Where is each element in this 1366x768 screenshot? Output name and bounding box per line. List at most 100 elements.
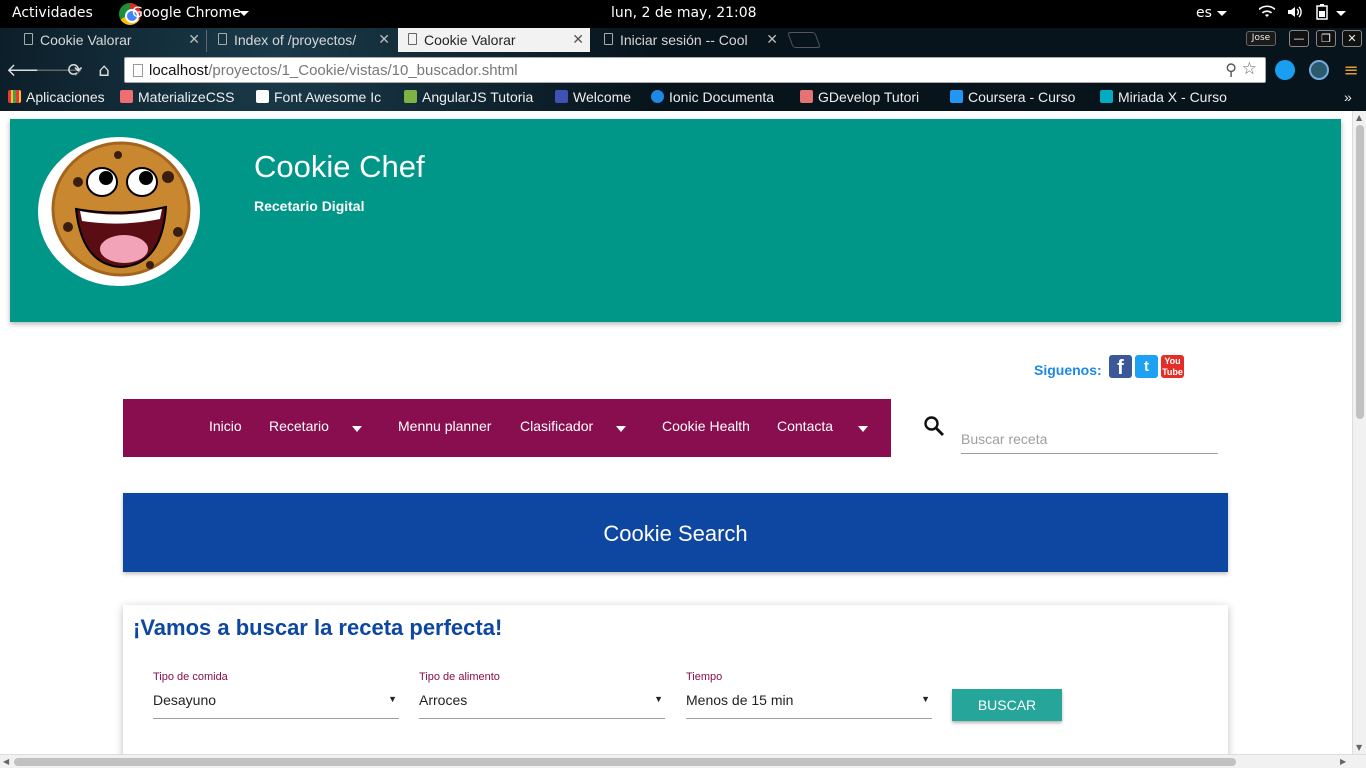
address-bar[interactable]: localhost/proyectos/1_Cookie/vistas/10_b… bbox=[124, 57, 1266, 83]
bookmark-apps[interactable]: Aplicaciones bbox=[8, 89, 116, 105]
page-icon bbox=[218, 33, 227, 45]
nav-item-menu-planner[interactable]: Mennu planner bbox=[398, 418, 491, 434]
miriadax-icon bbox=[1100, 90, 1113, 103]
search-card: ¡Vamos a buscar la receta perfecta! Tipo… bbox=[123, 605, 1228, 754]
chevron-down-icon bbox=[1336, 11, 1346, 16]
tab-cookie-valorar-1[interactable]: Cookie Valorar ✕ bbox=[14, 28, 206, 52]
profile-button[interactable]: Jose bbox=[1246, 31, 1276, 46]
bookmark-welcome[interactable]: Welcome bbox=[555, 89, 645, 105]
os-top-bar: Actividades Google Chrome lun, 2 de may,… bbox=[0, 0, 1366, 28]
angularjs-icon bbox=[404, 90, 417, 103]
chevron-down-icon[interactable] bbox=[352, 426, 362, 432]
nav-item-clasificador[interactable]: Clasificador bbox=[520, 418, 593, 434]
search-icon[interactable]: ⚲ bbox=[1225, 60, 1237, 80]
close-window-button[interactable]: ✕ bbox=[1342, 30, 1362, 47]
app-menu[interactable]: Google Chrome bbox=[132, 5, 241, 21]
more-bookmarks-button[interactable]: » bbox=[1344, 89, 1352, 105]
flag-icon bbox=[256, 90, 269, 103]
tab-title: Iniciar sesión -- Cool bbox=[620, 32, 748, 48]
tab-iniciar-sesion[interactable]: Iniciar sesión -- Cool ✕ bbox=[594, 28, 784, 52]
search-button[interactable]: BUSCAR bbox=[952, 689, 1062, 721]
brand-tagline: Recetario Digital bbox=[254, 198, 365, 214]
horizontal-scrollbar[interactable]: ◀ ▶ bbox=[0, 754, 1366, 768]
chevron-down-icon[interactable] bbox=[616, 426, 626, 432]
bookmark-font-awesome[interactable]: Font Awesome Ic bbox=[256, 89, 396, 105]
ionic-icon bbox=[651, 90, 664, 103]
web-page: Cookie Chef Recetario Digital Siguenos: … bbox=[0, 111, 1352, 754]
youtube-icon[interactable]: You Tube bbox=[1161, 355, 1184, 378]
gdevelop-icon bbox=[800, 90, 813, 103]
navigation-bar: 🡐 🡒 ⟳ ⌂ localhost/proyectos/1_Cookie/vis… bbox=[0, 56, 1366, 84]
field-label: Tipo de alimento bbox=[419, 671, 500, 683]
search-icon[interactable] bbox=[922, 414, 946, 438]
close-icon[interactable]: ✕ bbox=[572, 31, 584, 48]
maximize-button[interactable]: ❐ bbox=[1316, 30, 1336, 47]
select-value: Arroces bbox=[419, 692, 468, 708]
bookmark-angularjs[interactable]: AngularJS Tutoria bbox=[404, 89, 542, 105]
bookmark-gdevelop[interactable]: GDevelop Tutori bbox=[800, 89, 935, 105]
battery-icon[interactable] bbox=[1316, 4, 1328, 24]
coursera-icon bbox=[950, 90, 963, 103]
home-button[interactable]: ⌂ bbox=[93, 61, 115, 83]
clock[interactable]: lun, 2 de may, 21:08 bbox=[611, 5, 757, 21]
bookmark-coursera[interactable]: Coursera - Curso bbox=[950, 89, 1086, 105]
tab-title: Cookie Valorar bbox=[40, 32, 132, 48]
wifi-icon[interactable] bbox=[1258, 4, 1276, 24]
reload-button[interactable]: ⟳ bbox=[64, 61, 86, 83]
materialize-icon bbox=[120, 90, 133, 103]
field-label: Tiempo bbox=[686, 671, 723, 683]
dropdown-arrow-icon: ▼ bbox=[388, 694, 397, 704]
new-tab-button[interactable] bbox=[787, 32, 821, 48]
bookmark-materializecss[interactable]: MaterializeCSS bbox=[120, 89, 248, 105]
browser-chrome: Cookie Valorar ✕ Index of /proyectos/ ✕ … bbox=[0, 28, 1366, 111]
page-icon bbox=[604, 33, 613, 45]
nav-item-recetario[interactable]: Recetario bbox=[269, 418, 329, 434]
language-selector[interactable]: es bbox=[1196, 5, 1212, 21]
scroll-thumb[interactable] bbox=[14, 758, 1236, 766]
time-select[interactable]: Menos de 15 min ▼ bbox=[686, 689, 932, 719]
bookmark-ionic[interactable]: Ionic Documenta bbox=[651, 89, 783, 105]
menu-icon[interactable]: ≡ bbox=[1340, 61, 1362, 83]
section-banner: Cookie Search bbox=[123, 493, 1228, 572]
minimize-button[interactable]: — bbox=[1289, 30, 1309, 47]
extension-icon[interactable] bbox=[1309, 60, 1329, 80]
recipe-search-input[interactable] bbox=[961, 421, 1218, 454]
facebook-icon[interactable]: f bbox=[1109, 355, 1132, 379]
meal-type-select[interactable]: Desayuno ▼ bbox=[153, 689, 399, 719]
close-icon[interactable]: ✕ bbox=[378, 31, 390, 48]
cookie-logo[interactable] bbox=[38, 137, 200, 286]
url-host: localhost bbox=[149, 62, 209, 79]
nav-item-contacta[interactable]: Contacta bbox=[777, 418, 833, 434]
field-label: Tipo de comida bbox=[153, 671, 228, 683]
chevron-down-icon[interactable] bbox=[858, 426, 868, 432]
food-type-select[interactable]: Arroces ▼ bbox=[419, 689, 665, 719]
close-icon[interactable]: ✕ bbox=[766, 31, 778, 48]
activities-button[interactable]: Actividades bbox=[12, 5, 93, 21]
tab-title: Index of /proyectos/ bbox=[234, 32, 357, 48]
time-field: Tiempo Menos de 15 min ▼ bbox=[686, 671, 932, 719]
meal-type-field: Tipo de comida Desayuno ▼ bbox=[153, 671, 399, 719]
close-icon[interactable]: ✕ bbox=[188, 31, 200, 48]
url-path: /proyectos/1_Cookie/vistas/10_buscador.s… bbox=[208, 62, 518, 79]
tab-index-proyectos[interactable]: Index of /proyectos/ ✕ bbox=[208, 28, 396, 52]
tab-cookie-valorar-active[interactable]: Cookie Valorar ✕ bbox=[398, 28, 590, 52]
back-button[interactable]: 🡐 bbox=[6, 61, 54, 83]
nav-item-inicio[interactable]: Inicio bbox=[209, 418, 242, 434]
bookmark-star-icon[interactable]: ☆ bbox=[1242, 59, 1257, 79]
nav-item-cookie-health[interactable]: Cookie Health bbox=[662, 418, 750, 434]
page-icon bbox=[133, 64, 143, 77]
twitter-icon[interactable]: t bbox=[1135, 355, 1158, 378]
scroll-thumb[interactable] bbox=[1356, 125, 1364, 419]
bookmarks-bar: Aplicaciones MaterializeCSS Font Awesome… bbox=[0, 84, 1366, 111]
forward-button[interactable]: 🡒 bbox=[35, 61, 83, 83]
dropdown-arrow-icon: ▼ bbox=[921, 694, 930, 704]
brand-title[interactable]: Cookie Chef bbox=[254, 149, 425, 185]
bookmark-miriadax[interactable]: Miriada X - Curso bbox=[1100, 89, 1236, 105]
volume-icon[interactable] bbox=[1286, 4, 1302, 24]
main-nav: Inicio Recetario Mennu planner Clasifica… bbox=[123, 399, 891, 457]
select-value: Desayuno bbox=[153, 692, 217, 708]
vertical-scrollbar[interactable]: ▲ ▼ bbox=[1352, 111, 1366, 754]
chevron-down-icon bbox=[239, 11, 249, 16]
follow-label: Siguenos: bbox=[1034, 362, 1102, 378]
extension-icon[interactable] bbox=[1275, 60, 1295, 80]
